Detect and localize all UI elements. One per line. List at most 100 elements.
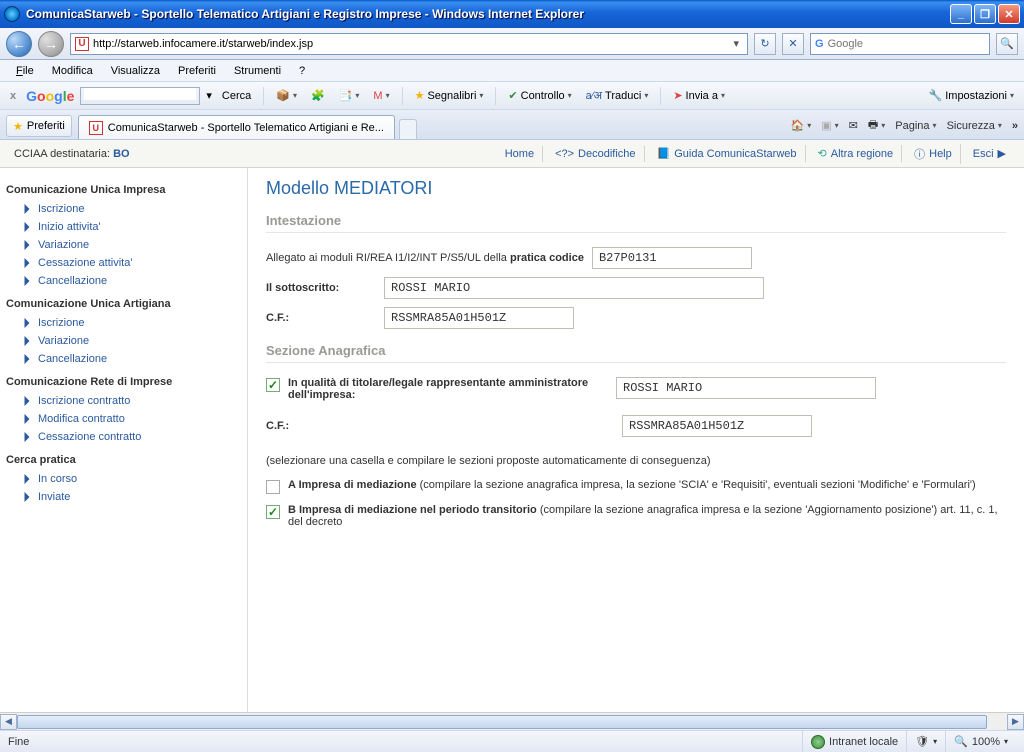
sidebar-item-iscrizione-contratto[interactable]: Iscrizione contratto xyxy=(6,392,241,410)
star-icon: ★ xyxy=(13,120,23,133)
cf2-label: C.F.: xyxy=(266,420,614,432)
row-sottoscritto: Il sottoscritto: ROSSI MARIO xyxy=(266,277,1006,299)
rss-icon: ▣ xyxy=(821,119,831,132)
arrow-icon xyxy=(22,492,32,502)
favorites-button[interactable]: ★Preferiti xyxy=(6,115,72,137)
horizontal-scrollbar[interactable]: ◀ ▶ xyxy=(0,712,1024,730)
address-dropdown-icon[interactable]: ▾ xyxy=(729,37,743,50)
sidebar-item-cancellazione[interactable]: Cancellazione xyxy=(6,272,241,290)
sidebar-item-cessazione-contratto[interactable]: Cessazione contratto xyxy=(6,428,241,446)
forward-button[interactable]: → xyxy=(38,31,64,57)
gmail-button[interactable]: M▾ xyxy=(369,88,393,104)
sidebar-item-inviate[interactable]: Inviate xyxy=(6,488,241,506)
app-home-link[interactable]: Home xyxy=(497,146,543,162)
scroll-right-button[interactable]: ▶ xyxy=(1007,714,1024,730)
arrow-icon xyxy=(22,414,32,424)
content-area: Comunicazione Unica Impresa Iscrizione I… xyxy=(0,168,1024,712)
browser-search-box[interactable]: G xyxy=(810,33,990,55)
window-close-button[interactable]: ✕ xyxy=(998,4,1020,24)
refresh-button[interactable]: ↻ xyxy=(754,33,776,55)
toolbar-btn-3[interactable]: 📑▾ xyxy=(335,87,364,104)
menu-tools[interactable]: Strumenti xyxy=(226,63,289,79)
menu-view[interactable]: Visualizza xyxy=(103,63,168,79)
app-decodifiche-link[interactable]: <?>Decodifiche xyxy=(547,146,644,162)
tab-title: ComunicaStarweb - Sportello Telematico A… xyxy=(108,122,384,134)
checkbox-qualita[interactable]: ✓ xyxy=(266,378,280,392)
row-cf: C.F.: RSSMRA85A01H501Z xyxy=(266,307,1006,329)
sidebar-item-iscrizione-art[interactable]: Iscrizione xyxy=(6,314,241,332)
separator xyxy=(402,87,403,105)
address-input[interactable] xyxy=(93,38,729,50)
sottoscritto-field[interactable]: ROSSI MARIO xyxy=(384,277,764,299)
arrow-icon xyxy=(22,222,32,232)
page-menu[interactable]: Pagina▾ xyxy=(895,120,936,132)
sidebar-item-cancellazione-art[interactable]: Cancellazione xyxy=(6,350,241,368)
search-go-button[interactable]: 🔍 xyxy=(996,33,1018,55)
toolbar-btn-1[interactable]: 📦▾ xyxy=(272,87,301,104)
note-selezionare: (selezionare una casella e compilare le … xyxy=(266,455,1006,467)
toolbar-close-button[interactable]: x xyxy=(6,90,20,102)
sidebar-group-artigiana: Comunicazione Unica Artigiana xyxy=(6,298,241,310)
scroll-track[interactable] xyxy=(17,714,1007,730)
stop-button[interactable]: ✕ xyxy=(782,33,804,55)
app-altra-regione-link[interactable]: ⟲Altra regione xyxy=(810,145,903,162)
page-title: Modello MEDIATORI xyxy=(266,178,1006,199)
arrow-icon xyxy=(22,396,32,406)
feeds-button[interactable]: ▣▾ xyxy=(821,119,838,132)
back-button[interactable]: ← xyxy=(6,31,32,57)
home-button[interactable]: 🏠▾ xyxy=(791,119,812,132)
home-icon: 🏠 xyxy=(791,119,805,132)
cf-field[interactable]: RSSMRA85A01H501Z xyxy=(384,307,574,329)
menu-edit[interactable]: Modifica xyxy=(44,63,101,79)
browser-search-input[interactable] xyxy=(828,38,985,50)
pratica-codice-field[interactable]: B27P0131 xyxy=(592,247,752,269)
checkbox-opt-a[interactable]: ✓ xyxy=(266,480,280,494)
sidebar-item-iscrizione[interactable]: Iscrizione xyxy=(6,200,241,218)
cf2-field[interactable]: RSSMRA85A01H501Z xyxy=(622,415,812,437)
window-maximize-button[interactable]: ❐ xyxy=(974,4,996,24)
sidebar-item-modifica-contratto[interactable]: Modifica contratto xyxy=(6,410,241,428)
google-search-box[interactable] xyxy=(80,87,200,105)
sidebar-item-cessazione-attivita[interactable]: Cessazione attivita' xyxy=(6,254,241,272)
scroll-thumb[interactable] xyxy=(17,715,987,729)
scroll-left-button[interactable]: ◀ xyxy=(0,714,17,730)
print-button[interactable]: 🖶▾ xyxy=(868,116,885,135)
nav-bar: ← → U ▾ ↻ ✕ G 🔍 xyxy=(0,28,1024,60)
toolbar-btn-2[interactable]: 🧩 xyxy=(307,87,329,104)
book-icon: 📘 xyxy=(657,147,671,160)
qualita-nome-field[interactable]: ROSSI MARIO xyxy=(616,377,876,399)
send-to-button[interactable]: ➤Invia a▾ xyxy=(669,87,729,104)
read-mail-button[interactable]: ✉ xyxy=(849,119,858,132)
translate-button[interactable]: a⁄अTraduci▾ xyxy=(582,86,653,105)
safety-menu[interactable]: Sicurezza▾ xyxy=(947,120,1002,132)
section-intestazione: Intestazione xyxy=(266,213,1006,233)
google-search-dropdown-icon[interactable]: ▾ xyxy=(206,89,212,102)
settings-button[interactable]: 🔧Impostazioni▾ xyxy=(925,87,1018,104)
browser-tab[interactable]: U ComunicaStarweb - Sportello Telematico… xyxy=(78,115,395,139)
menu-file[interactable]: File xyxy=(8,63,42,79)
opt-b-text: B Impresa di mediazione nel periodo tran… xyxy=(288,504,1006,528)
menu-favorites[interactable]: Preferiti xyxy=(170,63,224,79)
sidebar-item-variazione[interactable]: Variazione xyxy=(6,236,241,254)
arrow-icon xyxy=(22,276,32,286)
address-bar[interactable]: U ▾ xyxy=(70,33,748,55)
spellcheck-button[interactable]: ✔Controllo▾ xyxy=(504,87,575,104)
sidebar-item-inizio-attivita[interactable]: Inizio attivita' xyxy=(6,218,241,236)
app-esci-link[interactable]: Esci ▶ xyxy=(965,145,1014,162)
opt-a-text: A Impresa di mediazione (compilare la se… xyxy=(288,479,976,491)
menu-help[interactable]: ? xyxy=(291,63,313,79)
command-bar: 🏠▾ ▣▾ ✉ 🖶▾ Pagina▾ Sicurezza▾ » xyxy=(791,116,1018,139)
window-minimize-button[interactable]: _ xyxy=(950,4,972,24)
arrow-icon xyxy=(22,240,32,250)
app-help-link[interactable]: ⓘHelp xyxy=(906,144,961,164)
cerca-button[interactable]: Cerca xyxy=(218,88,255,104)
checkbox-opt-b[interactable]: ✓ xyxy=(266,505,280,519)
sidebar-item-in-corso[interactable]: In corso xyxy=(6,470,241,488)
google-search-input[interactable] xyxy=(84,88,196,100)
app-guida-link[interactable]: 📘Guida ComunicaStarweb xyxy=(649,145,806,162)
row-allegato: Allegato ai moduli RI/REA I1/I2/INT P/S5… xyxy=(266,247,1006,269)
new-tab-button[interactable] xyxy=(399,119,417,139)
tools-overflow[interactable]: » xyxy=(1012,120,1018,132)
bookmarks-button[interactable]: ★Segnalibri▾ xyxy=(411,87,488,104)
sidebar-item-variazione-art[interactable]: Variazione xyxy=(6,332,241,350)
